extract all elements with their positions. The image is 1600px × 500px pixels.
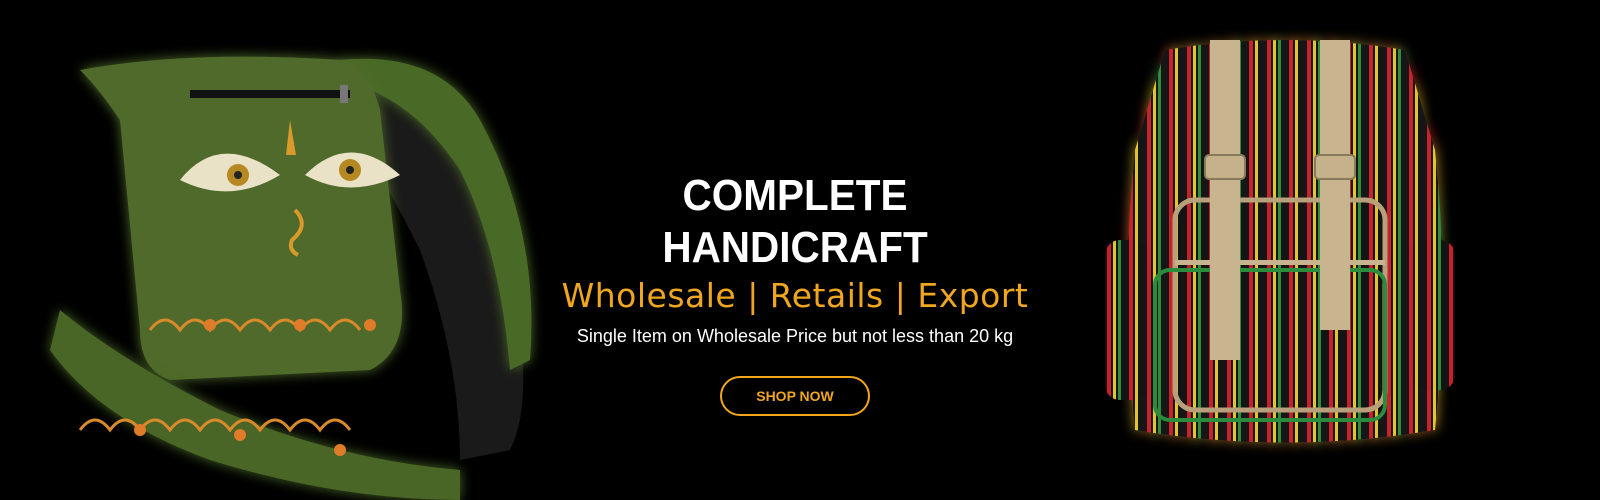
hero-text-block: COMPLETE HANDICRAFT Wholesale | Retails … xyxy=(545,170,1045,416)
hero-headline: COMPLETE HANDICRAFT xyxy=(662,171,928,272)
striped-backpack-image xyxy=(1105,40,1455,443)
shop-now-button[interactable]: SHOP NOW xyxy=(720,376,870,416)
hero-banner: COMPLETE HANDICRAFT Wholesale | Retails … xyxy=(0,0,1600,500)
green-shoulder-bag-image xyxy=(50,56,532,500)
hero-tagline: Single Item on Wholesale Price but not l… xyxy=(576,326,1014,346)
hero-subheadline: Wholesale | Retails | Export xyxy=(561,276,1029,315)
